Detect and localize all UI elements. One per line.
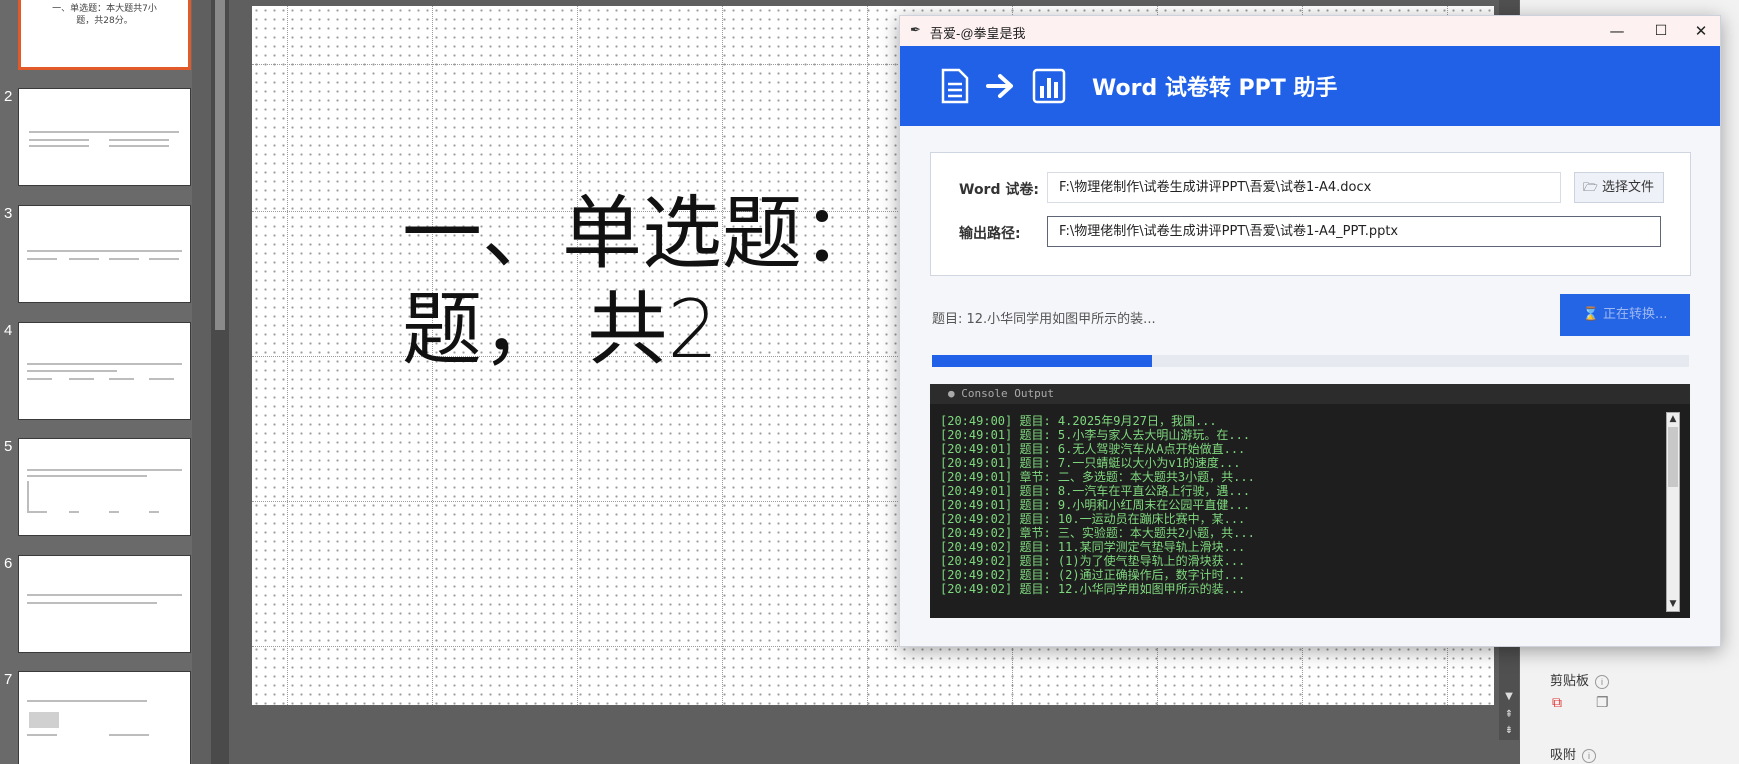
folder-icon: 🗁 [1583,180,1598,194]
window-title: 吾爱-@拳皇是我 [930,26,1026,41]
console-line: [20:49:00] 题目: 4.2025年9月27日，我国... [940,414,1217,428]
clipboard-label: 剪贴板 [1550,673,1590,688]
info-icon[interactable]: i [1582,749,1597,763]
arrow-right-icon [986,74,1013,98]
progress-bar-fill [932,355,1152,367]
progress-bar [932,355,1689,367]
slide-thumbnail[interactable] [18,671,191,764]
slide-number: 6 [4,555,13,572]
slide-number: 4 [4,322,13,339]
console-line: [20:49:01] 章节: 二、多选题：本大题共3小题，共... [940,470,1255,484]
thumbnail-scrollbar[interactable] [211,0,229,764]
next-slide-icon[interactable]: ⇟ [1502,724,1516,738]
slide-thumb-row-3[interactable]: 3 [0,205,192,305]
scrollbar-thumb[interactable] [215,0,225,330]
slide-thumbnail[interactable] [18,322,191,420]
prev-slide-icon[interactable]: ⇞ [1502,708,1516,722]
console-line: [20:49:01] 题目: 5.小李与家人去大明山游玩。在... [940,428,1251,442]
console-line: [20:49:02] 题目: 11.某同学测定气垫导轨上滑块... [940,540,1246,554]
console-line: [20:49:01] 题目: 8.一汽车在平直公路上行驶，遇... [940,484,1251,498]
app-banner: Word 试卷转 PPT 助手 [900,46,1720,126]
slide-thumb-row-5[interactable]: 5 [0,438,192,538]
feather-icon: ✒ [910,23,921,38]
current-item-status: 题目: 12.小华同学用如图甲所示的装... [932,312,1156,327]
snap-section[interactable]: 吸附 i [1550,744,1597,763]
console-line: [20:49:02] 题目: 10.一运动员在蹦床比赛中，某... [940,512,1246,526]
scroll-up-icon[interactable]: ▲ [1667,413,1679,426]
browse-file-button[interactable]: 🗁 选择文件 [1574,172,1664,203]
file-form: Word 试卷: F:\物理佬制作\试卷生成讲评PPT\吾爱\试卷1-A4.do… [930,152,1691,276]
word-file-input[interactable]: F:\物理佬制作\试卷生成讲评PPT\吾爱\试卷1-A4.docx [1047,172,1561,203]
slide-number: 3 [4,205,13,222]
console-line: [20:49:02] 题目: 12.小华同学用如图甲所示的装... [940,582,1246,596]
clipboard-section[interactable]: 剪贴板 i [1550,670,1610,689]
document-icon [941,68,969,104]
console-line: [20:49:01] 题目: 7.一只蜻蜓以大小为v1的速度... [940,456,1241,470]
slide-thumbnail-panel: 一、单选题：本大题共7小 题，共28分。 2 3 4 5 6 7 [0,0,192,764]
slide-thumb-row-4[interactable]: 4 [0,322,192,422]
console-output-panel: ● Console Output [20:49:00] 题目: 4.2025年9… [930,384,1690,618]
console-line: [20:49:02] 章节: 三、实验题：本大题共2小题，共... [940,526,1255,540]
slide-thumbnail-text: 一、单选题：本大题共7小 题，共28分。 [52,4,157,26]
minimize-icon[interactable]: — [1602,20,1632,42]
slide-number: 5 [4,438,13,455]
slide-number: 2 [4,88,13,105]
console-line: [20:49:02] 题目: (2)通过正确操作后，数字计时... [940,568,1246,582]
console-line: [20:49:02] 题目: (1)为了使气垫导轨上的滑块获... [940,554,1246,568]
word-file-label: Word 试卷: [959,182,1039,198]
convert-button[interactable]: ⌛ 正在转换... [1560,294,1690,336]
console-log[interactable]: [20:49:00] 题目: 4.2025年9月27日，我国... [20:49:… [940,414,1660,596]
slide-number: 7 [4,671,13,688]
scrollbar-thumb[interactable] [1668,427,1678,487]
output-path-label: 输出路径: [959,226,1021,242]
chart-icon [1032,68,1066,104]
console-scrollbar[interactable]: ▲ ▼ [1666,412,1680,612]
slide-thumbnail[interactable]: 一、单选题：本大题共7小 题，共28分。 [18,0,191,70]
slide-thumbnail[interactable] [18,438,191,536]
slide-thumb-row-2[interactable]: 2 [0,88,192,188]
slide-thumb-row-6[interactable]: 6 [0,555,192,655]
app-title: Word 试卷转 PPT 助手 [1092,76,1338,101]
slide-thumbnail[interactable] [18,205,191,303]
maximize-icon[interactable]: ☐ [1646,20,1676,42]
console-line: [20:49:01] 题目: 9.小明和小红周末在公园平直健... [940,498,1251,512]
converter-app-window: ✒ 吾爱-@拳皇是我 — ☐ ✕ Word 试卷转 PPT 助手 Word 试卷… [899,15,1721,647]
console-line: [20:49:01] 题目: 6.无人驾驶汽车从A点开始做直... [940,442,1246,456]
slide-thumbnail[interactable] [18,555,191,653]
paste-icon[interactable]: ❐ [1596,694,1609,711]
slide-thumb-row-1[interactable]: 一、单选题：本大题共7小 题，共28分。 [0,0,192,70]
slide-thumbnail[interactable] [18,88,191,186]
close-icon[interactable]: ✕ [1686,20,1716,42]
browse-file-label: 选择文件 [1602,180,1655,195]
scroll-down-icon[interactable]: ▼ [1667,598,1679,611]
convert-button-label: 正在转换... [1602,307,1668,322]
scroll-down-icon[interactable]: ▼ [1502,690,1516,704]
info-icon[interactable]: i [1595,675,1610,689]
hourglass-icon: ⌛ [1582,307,1599,322]
slide-thumb-row-7[interactable]: 7 [0,671,192,764]
snap-label: 吸附 [1550,747,1577,762]
copy-icon[interactable]: ⧉ [1552,694,1562,711]
window-titlebar[interactable]: ✒ 吾爱-@拳皇是我 — ☐ ✕ [900,16,1720,46]
output-path-input[interactable]: F:\物理佬制作\试卷生成讲评PPT\吾爱\试卷1-A4_PPT.pptx [1047,216,1661,247]
console-header: ● Console Output [930,384,1690,404]
